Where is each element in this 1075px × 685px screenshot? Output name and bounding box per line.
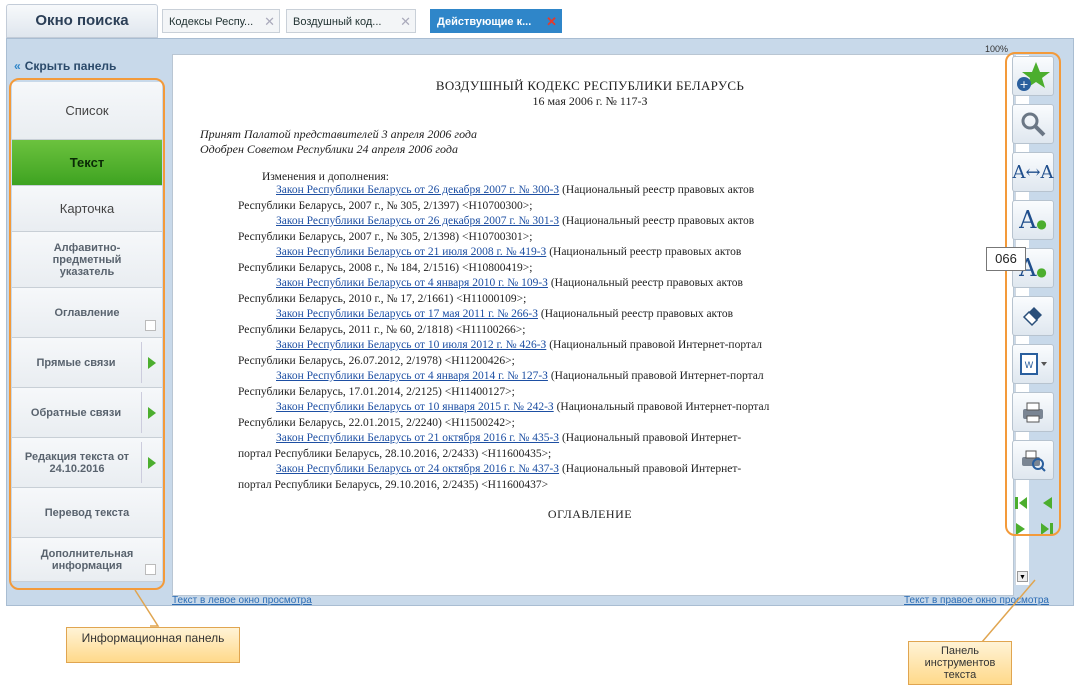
callout-label: Информационная панель xyxy=(81,631,225,645)
info-panel-callout: Информационная панель xyxy=(66,627,240,663)
callout-label: Панель инструментов текста xyxy=(924,645,996,681)
callout-arrow xyxy=(134,589,160,627)
toolbar-callout: Панель инструментов текста xyxy=(908,641,1012,685)
callout-arrow xyxy=(981,579,1036,643)
callout-arrows xyxy=(134,579,1036,643)
